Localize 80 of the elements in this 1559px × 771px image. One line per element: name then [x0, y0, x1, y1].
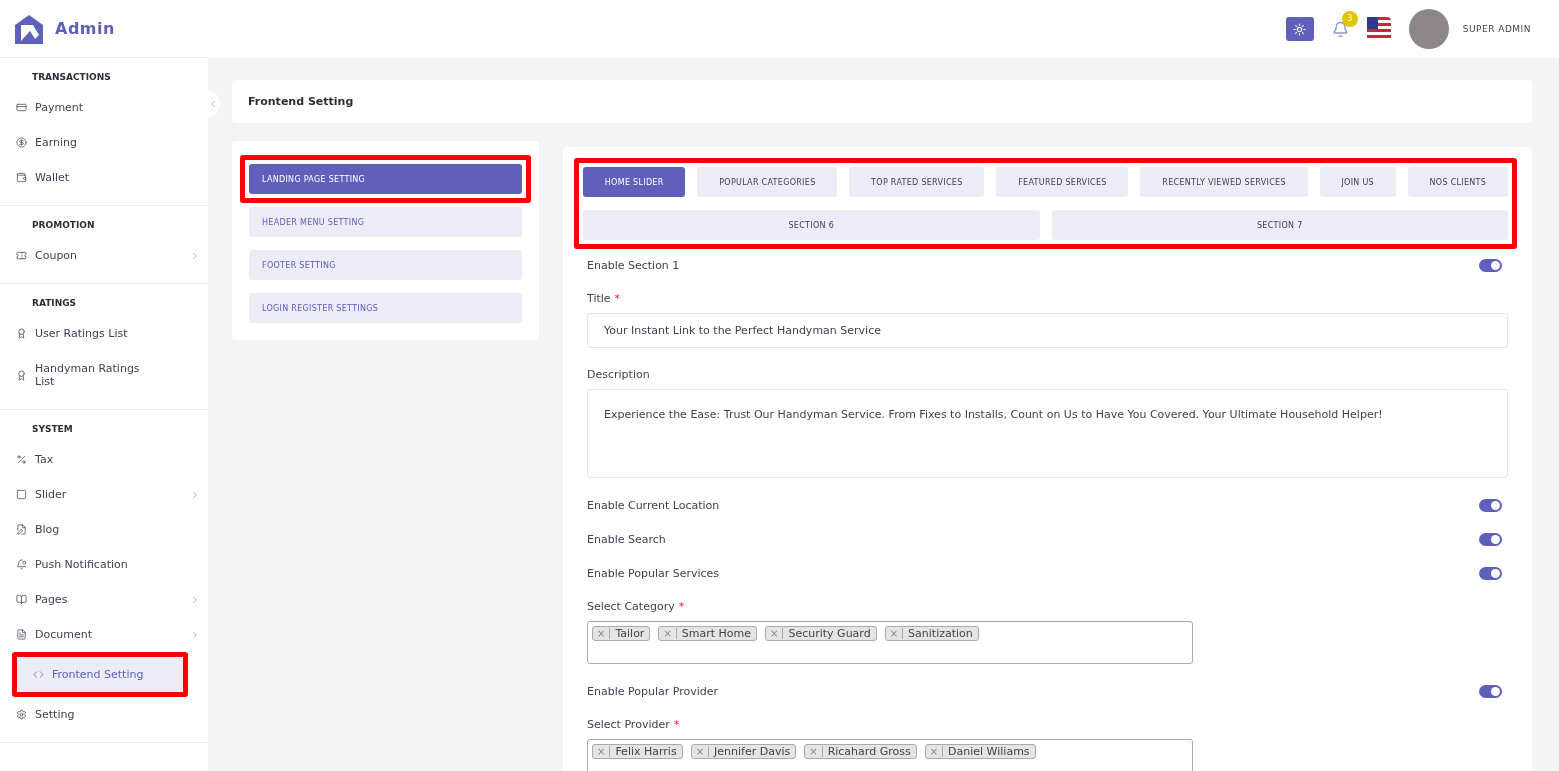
flag-icon[interactable] [1366, 17, 1391, 41]
field-label: Description [587, 368, 651, 381]
toggle-switch[interactable] [1479, 566, 1502, 580]
tag-label: Security Guard [787, 627, 872, 640]
settings-menu-button[interactable]: FOOTER SETTING [249, 250, 522, 280]
sidebar-item[interactable]: Frontend Setting [17, 657, 183, 692]
sidebar-item[interactable]: Slider [0, 477, 208, 512]
menu-icon [16, 369, 27, 381]
sidebar-item[interactable]: Setting [0, 697, 208, 732]
menu-icon [16, 524, 27, 535]
chevron-left-icon [208, 99, 218, 109]
bell-icon[interactable] [1331, 20, 1349, 38]
input-field[interactable]: Your Instant Link to the Perfect Handyman Service [587, 313, 1508, 348]
toggle-switch[interactable] [1479, 258, 1502, 272]
tab[interactable]: NOS CLIENTS [1407, 167, 1508, 197]
toggle-switch[interactable] [1479, 684, 1502, 698]
field-label: Enable Current Location [587, 498, 720, 512]
sidebar-item[interactable]: Tax [0, 442, 208, 477]
menu-icon [16, 489, 27, 500]
user-name: SUPER ADMIN [1462, 24, 1531, 34]
section-title: TRANSACTIONS [31, 71, 112, 84]
sidebar-item[interactable]: User Ratings List [0, 316, 208, 351]
tab[interactable]: FEATURED SERVICES [996, 167, 1129, 197]
tag-label: Tailor [614, 627, 646, 640]
tab[interactable]: HOME SLIDER [583, 167, 686, 197]
tab[interactable]: TOP RATED SERVICES [849, 167, 985, 197]
tab[interactable]: JOIN US [1319, 167, 1396, 197]
tab[interactable]: POPULAR CATEGORIES [697, 167, 838, 197]
tag-label: Smart Home [680, 627, 753, 640]
notification-badge: 3 [1341, 10, 1358, 27]
menu-icon [16, 454, 27, 465]
menu-icon [16, 172, 27, 183]
section-title: RATINGS [31, 297, 78, 310]
field-label: Title * [587, 292, 622, 305]
settings-menu-button[interactable]: LOGIN REGISTER SETTINGS [249, 293, 522, 323]
page-title: Frontend Setting [232, 80, 1532, 123]
settings-menu-button[interactable]: LANDING PAGE SETTING [249, 164, 522, 194]
sidebar-item[interactable]: Coupon [0, 238, 208, 273]
section-title: PROMOTION [31, 219, 96, 232]
menu-icon [16, 559, 27, 570]
field-label: Enable Section 1 [587, 258, 680, 272]
theme-toggle-button[interactable] [1285, 17, 1314, 41]
menu-icon [16, 250, 27, 261]
sidebar-item[interactable]: Payment [0, 90, 208, 125]
menu-icon [16, 629, 27, 640]
sidebar-item[interactable]: Earning [0, 125, 208, 160]
sidebar-item[interactable]: Document [0, 617, 208, 652]
sidebar-item[interactable]: Handyman Ratings List [0, 351, 208, 399]
field-label: Select Category * [587, 600, 686, 613]
tab[interactable]: SECTION 6 [583, 210, 1040, 240]
tag-label: Daniel Wiliams [947, 745, 1031, 758]
menu-icon [16, 102, 27, 113]
textarea-field[interactable]: Experience the Ease: Trust Our Handyman Service. From Fixes to Installs, Count on Us to Have You Covered. Your Ultimate Household Helper! [587, 389, 1508, 478]
sidebar-item[interactable]: Push Notification [0, 547, 208, 582]
tab[interactable]: SECTION 7 [1051, 210, 1508, 240]
settings-menu-button[interactable]: HEADER MENU SETTING [249, 207, 522, 237]
tab[interactable]: RECENTLY VIEWED SERVICES [1140, 167, 1308, 197]
field-label: Select Provider * [587, 718, 681, 731]
field-label: Enable Search [587, 532, 666, 546]
tag-label: Jennifer Davis [712, 745, 792, 758]
tag-label: Felix Harris [614, 745, 678, 758]
toggle-switch[interactable] [1479, 532, 1502, 546]
toggle-switch[interactable] [1479, 498, 1502, 512]
avatar-placeholder[interactable] [1408, 9, 1449, 49]
tag-label: Sanitization [907, 627, 974, 640]
menu-icon [16, 709, 27, 720]
sidebar-item[interactable]: Blog [0, 512, 208, 547]
sidebar-item[interactable]: Wallet [0, 160, 208, 195]
field-label: Enable Popular Provider [587, 684, 718, 698]
sidebar-item[interactable]: Pages [0, 582, 208, 617]
section-title: SYSTEM [31, 423, 74, 436]
field-label: Enable Popular Services [587, 566, 720, 580]
menu-icon [16, 328, 27, 339]
brand-name: Admin [55, 19, 115, 38]
menu-icon [16, 137, 27, 148]
menu-icon [16, 594, 27, 605]
house-logo-icon [13, 12, 45, 45]
tag-label: Ricahard Gross [826, 745, 912, 758]
menu-icon [33, 669, 44, 680]
sun-icon [1293, 22, 1307, 36]
